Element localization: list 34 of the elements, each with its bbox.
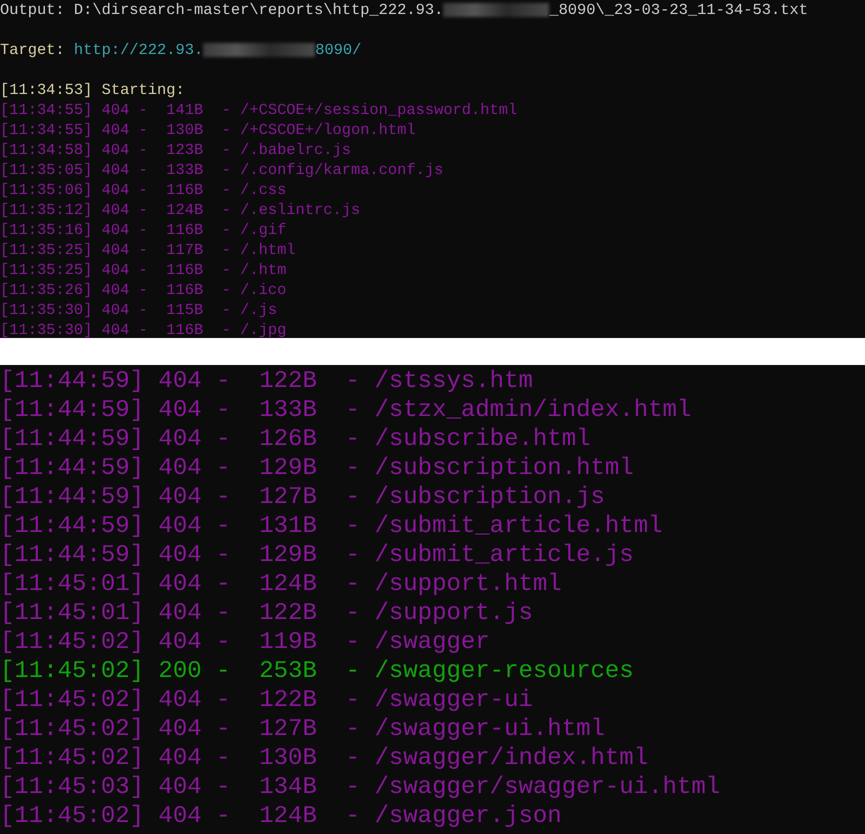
log-line: [11:35:26] 404 - 116B - /.ico xyxy=(0,280,286,300)
log-line: [11:45:02] 404 - 127B - /swagger-ui.html xyxy=(0,716,605,743)
log-line: [11:35:12] 404 - 124B - /.eslintrc.js xyxy=(0,200,360,220)
log-line: [11:44:59] 404 - 133B - /stzx_admin/index.html xyxy=(0,397,692,424)
log-line: [11:35:30] 404 - 116B - /.jpg xyxy=(0,320,286,338)
log-line: [11:35:25] 404 - 116B - /.htm xyxy=(0,260,286,280)
log-line: [11:45:02] 404 - 124B - /swagger.json xyxy=(0,803,562,830)
log-line: [11:45:02] 404 - 130B - /swagger/index.html xyxy=(0,745,648,772)
log-line: [11:45:03] 404 - 134B - /swagger/swagger-ui.html xyxy=(0,774,720,801)
log-line: [11:34:58] 404 - 123B - /.babelrc.js xyxy=(0,140,351,160)
log-line: [11:45:02] 404 - 122B - /swagger-ui xyxy=(0,687,533,714)
start-message: [11:34:53] Starting: xyxy=(0,80,185,100)
log-line: [11:34:55] 404 - 141B - /+CSCOE+/session_password.html xyxy=(0,100,518,120)
log-line: [11:45:02] 404 - 119B - /swagger xyxy=(0,629,490,656)
log-line: [11:44:59] 404 - 129B - /subscription.html xyxy=(0,455,634,482)
log-line: [11:44:59] 404 - 131B - /submit_article.html xyxy=(0,513,663,540)
log-line: [11:45:01] 404 - 124B - /support.html xyxy=(0,571,562,598)
output-path: Output: D:\dirsearch-master\reports\http_222.93. xyxy=(0,0,444,20)
target-url: 8090/ xyxy=(315,40,362,60)
log-line: [11:45:02] 200 - 253B - /swagger-resources xyxy=(0,658,634,685)
log-line: [11:44:59] 404 - 122B - /stssys.htm xyxy=(0,368,533,395)
target-label: Target: xyxy=(0,40,66,60)
target-url: http://222.93. xyxy=(74,40,204,60)
log-line: [11:44:59] 404 - 126B - /subscribe.html xyxy=(0,426,590,453)
log-line: [11:34:55] 404 - 130B - /+CSCOE+/logon.html xyxy=(0,120,416,140)
log-line: [11:35:16] 404 - 116B - /.gif xyxy=(0,220,286,240)
log-line: [11:35:30] 404 - 115B - /.js xyxy=(0,300,278,320)
output-path: _8090\_23-03-23_11-34-53.txt xyxy=(549,0,808,20)
log-line: [11:44:59] 404 - 127B - /subscription.js xyxy=(0,484,605,511)
log-line: [11:35:05] 404 - 133B - /.config/karma.conf.js xyxy=(0,160,444,180)
log-line: [11:35:25] 404 - 117B - /.html xyxy=(0,240,296,260)
log-line: [11:45:01] 404 - 122B - /support.js xyxy=(0,600,533,627)
log-line: [11:44:59] 404 - 129B - /submit_article.js xyxy=(0,542,634,569)
log-line: [11:35:06] 404 - 116B - /.css xyxy=(0,180,286,200)
